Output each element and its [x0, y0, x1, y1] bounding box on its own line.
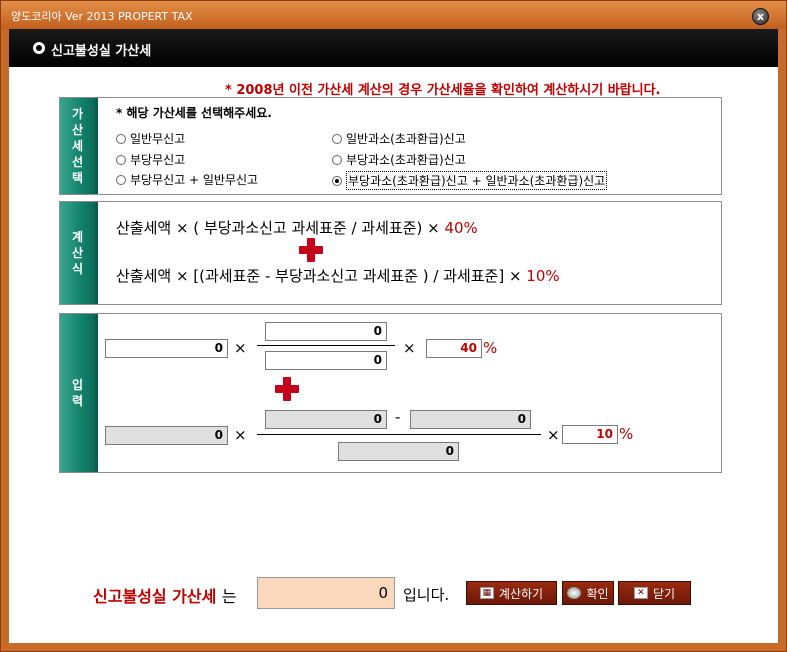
app-window: 양도코리아 Ver 2013 PROPERT TAX x 신고불성실 가산세 *… — [0, 0, 787, 652]
formula-line-2-rate: 10% — [526, 267, 560, 285]
confirm-button-label: 확인 — [586, 586, 609, 601]
minus-sign: - — [395, 408, 401, 426]
window-title: 양도코리아 Ver 2013 PROPERT TAX — [11, 10, 193, 23]
option-unjust-under-report[interactable]: 부당과소(초과환급)신고 — [332, 151, 466, 168]
notice-text: * 2008년 이전 가산세 계산의 경우 가산세율을 확인하여 계산하시기 바… — [225, 83, 661, 98]
option-unjust-no-report[interactable]: 부당무신고 — [116, 151, 185, 168]
option-label: 일반무신고 — [130, 132, 186, 146]
close-icon[interactable]: x — [752, 8, 769, 25]
calculator-icon: ▦ — [479, 587, 494, 599]
plus-icon — [299, 238, 323, 262]
multiply-sign: × — [547, 426, 560, 444]
frame-left — [1, 29, 9, 651]
calculate-button[interactable]: ▦ 계산하기 — [466, 581, 557, 605]
radio-icon[interactable] — [116, 174, 126, 185]
selection-tab-label: 가산세선택 — [71, 107, 84, 185]
confirm-icon — [567, 587, 582, 599]
selection-tab: 가산세선택 — [60, 98, 98, 194]
header-bullet-icon — [33, 42, 45, 54]
option-general-under-report[interactable]: 일반과소(초과환급)신고 — [332, 130, 466, 147]
row2-denominator-input[interactable]: 0 — [338, 442, 459, 461]
percent-sign: % — [483, 339, 498, 357]
row1-denominator-input[interactable]: 0 — [265, 351, 387, 370]
formula-line-1: 산출세액 × ( 부당과소신고 과세표준 / 과세표준) × 40% — [116, 217, 478, 238]
plus-icon — [275, 377, 299, 401]
close-x-icon: ✕ — [633, 587, 648, 599]
fraction-line — [257, 434, 541, 435]
row2-rate-input[interactable]: 10 — [562, 425, 618, 444]
result-label-suffix: 는 — [221, 587, 237, 606]
formula-tab: 계산식 — [60, 202, 98, 304]
input-tab: 입력 — [60, 314, 98, 472]
radio-icon[interactable] — [332, 133, 342, 144]
header-bar: 신고불성실 가산세 — [9, 29, 778, 67]
row2-tax-input[interactable]: 0 — [105, 426, 228, 445]
radio-icon[interactable] — [116, 133, 126, 144]
result-label: 신고불성실 가산세 는 — [93, 583, 237, 607]
radio-selected-icon[interactable] — [332, 175, 342, 186]
formula-tab-label: 계산식 — [71, 230, 84, 276]
multiply-sign: × — [234, 426, 247, 444]
percent-sign: % — [619, 425, 634, 443]
option-unjust-plus-general-under-report[interactable]: 부당과소(초과환급)신고 + 일반과소(초과환급)신고 — [332, 171, 608, 190]
option-unjust-plus-general-no-report[interactable]: 부당무신고 + 일반무신고 — [116, 171, 258, 188]
formula-line-1-text: 산출세액 × ( 부당과소신고 과세표준 / 과세표준) × — [116, 219, 445, 237]
row1-tax-input[interactable]: 0 — [105, 339, 228, 358]
option-label: 일반과소(초과환급)신고 — [346, 132, 466, 146]
option-label: 부당과소(초과환급)신고 — [346, 153, 466, 167]
input-tab-label: 입력 — [71, 378, 84, 408]
frame-bottom — [1, 643, 786, 651]
option-label: 부당무신고 + 일반무신고 — [130, 173, 259, 187]
confirm-button[interactable]: 확인 — [562, 581, 614, 605]
fraction-line — [257, 345, 395, 346]
radio-icon[interactable] — [116, 154, 126, 165]
close-button-label: 닫기 — [652, 586, 676, 601]
title-bar[interactable]: 양도코리아 Ver 2013 PROPERT TAX x — [1, 1, 786, 29]
row2-numerator-b-input[interactable]: 0 — [410, 410, 531, 429]
calculate-button-label: 계산하기 — [498, 586, 544, 601]
result-value-field: 0 — [257, 577, 395, 609]
multiply-sign: × — [403, 339, 416, 357]
option-label: 부당무신고 — [130, 153, 186, 167]
radio-icon[interactable] — [332, 154, 342, 165]
formula-line-1-rate: 40% — [444, 219, 478, 237]
page-title: 신고불성실 가산세 — [51, 44, 152, 59]
frame-right — [778, 29, 786, 651]
selection-instruction: * 해당 가산세를 선택해주세요. — [116, 106, 272, 120]
option-label: 부당과소(초과환급)신고 + 일반과소(초과환급)신고 — [346, 171, 608, 190]
row1-rate-input[interactable]: 40 — [426, 339, 482, 358]
close-button[interactable]: ✕ 닫기 — [618, 581, 691, 605]
selection-panel: 가산세선택 * 해당 가산세를 선택해주세요. 일반무신고 일반과소(초과환급)… — [59, 97, 722, 195]
row2-numerator-a-input[interactable]: 0 — [265, 410, 387, 429]
option-general-no-report[interactable]: 일반무신고 — [116, 130, 185, 147]
formula-line-2: 산출세액 × [(과세표준 - 부당과소신고 과세표준 ) / 과세표준] × … — [116, 265, 560, 286]
result-label-text: 신고불성실 가산세 — [93, 587, 217, 606]
result-tail: 입니다. — [403, 586, 450, 604]
multiply-sign: × — [234, 339, 247, 357]
formula-panel: 계산식 산출세액 × ( 부당과소신고 과세표준 / 과세표준) × 40% 산… — [59, 201, 722, 305]
row1-numerator-input[interactable]: 0 — [265, 322, 387, 341]
formula-line-2-text: 산출세액 × [(과세표준 - 부당과소신고 과세표준 ) / 과세표준] × — [116, 267, 527, 285]
